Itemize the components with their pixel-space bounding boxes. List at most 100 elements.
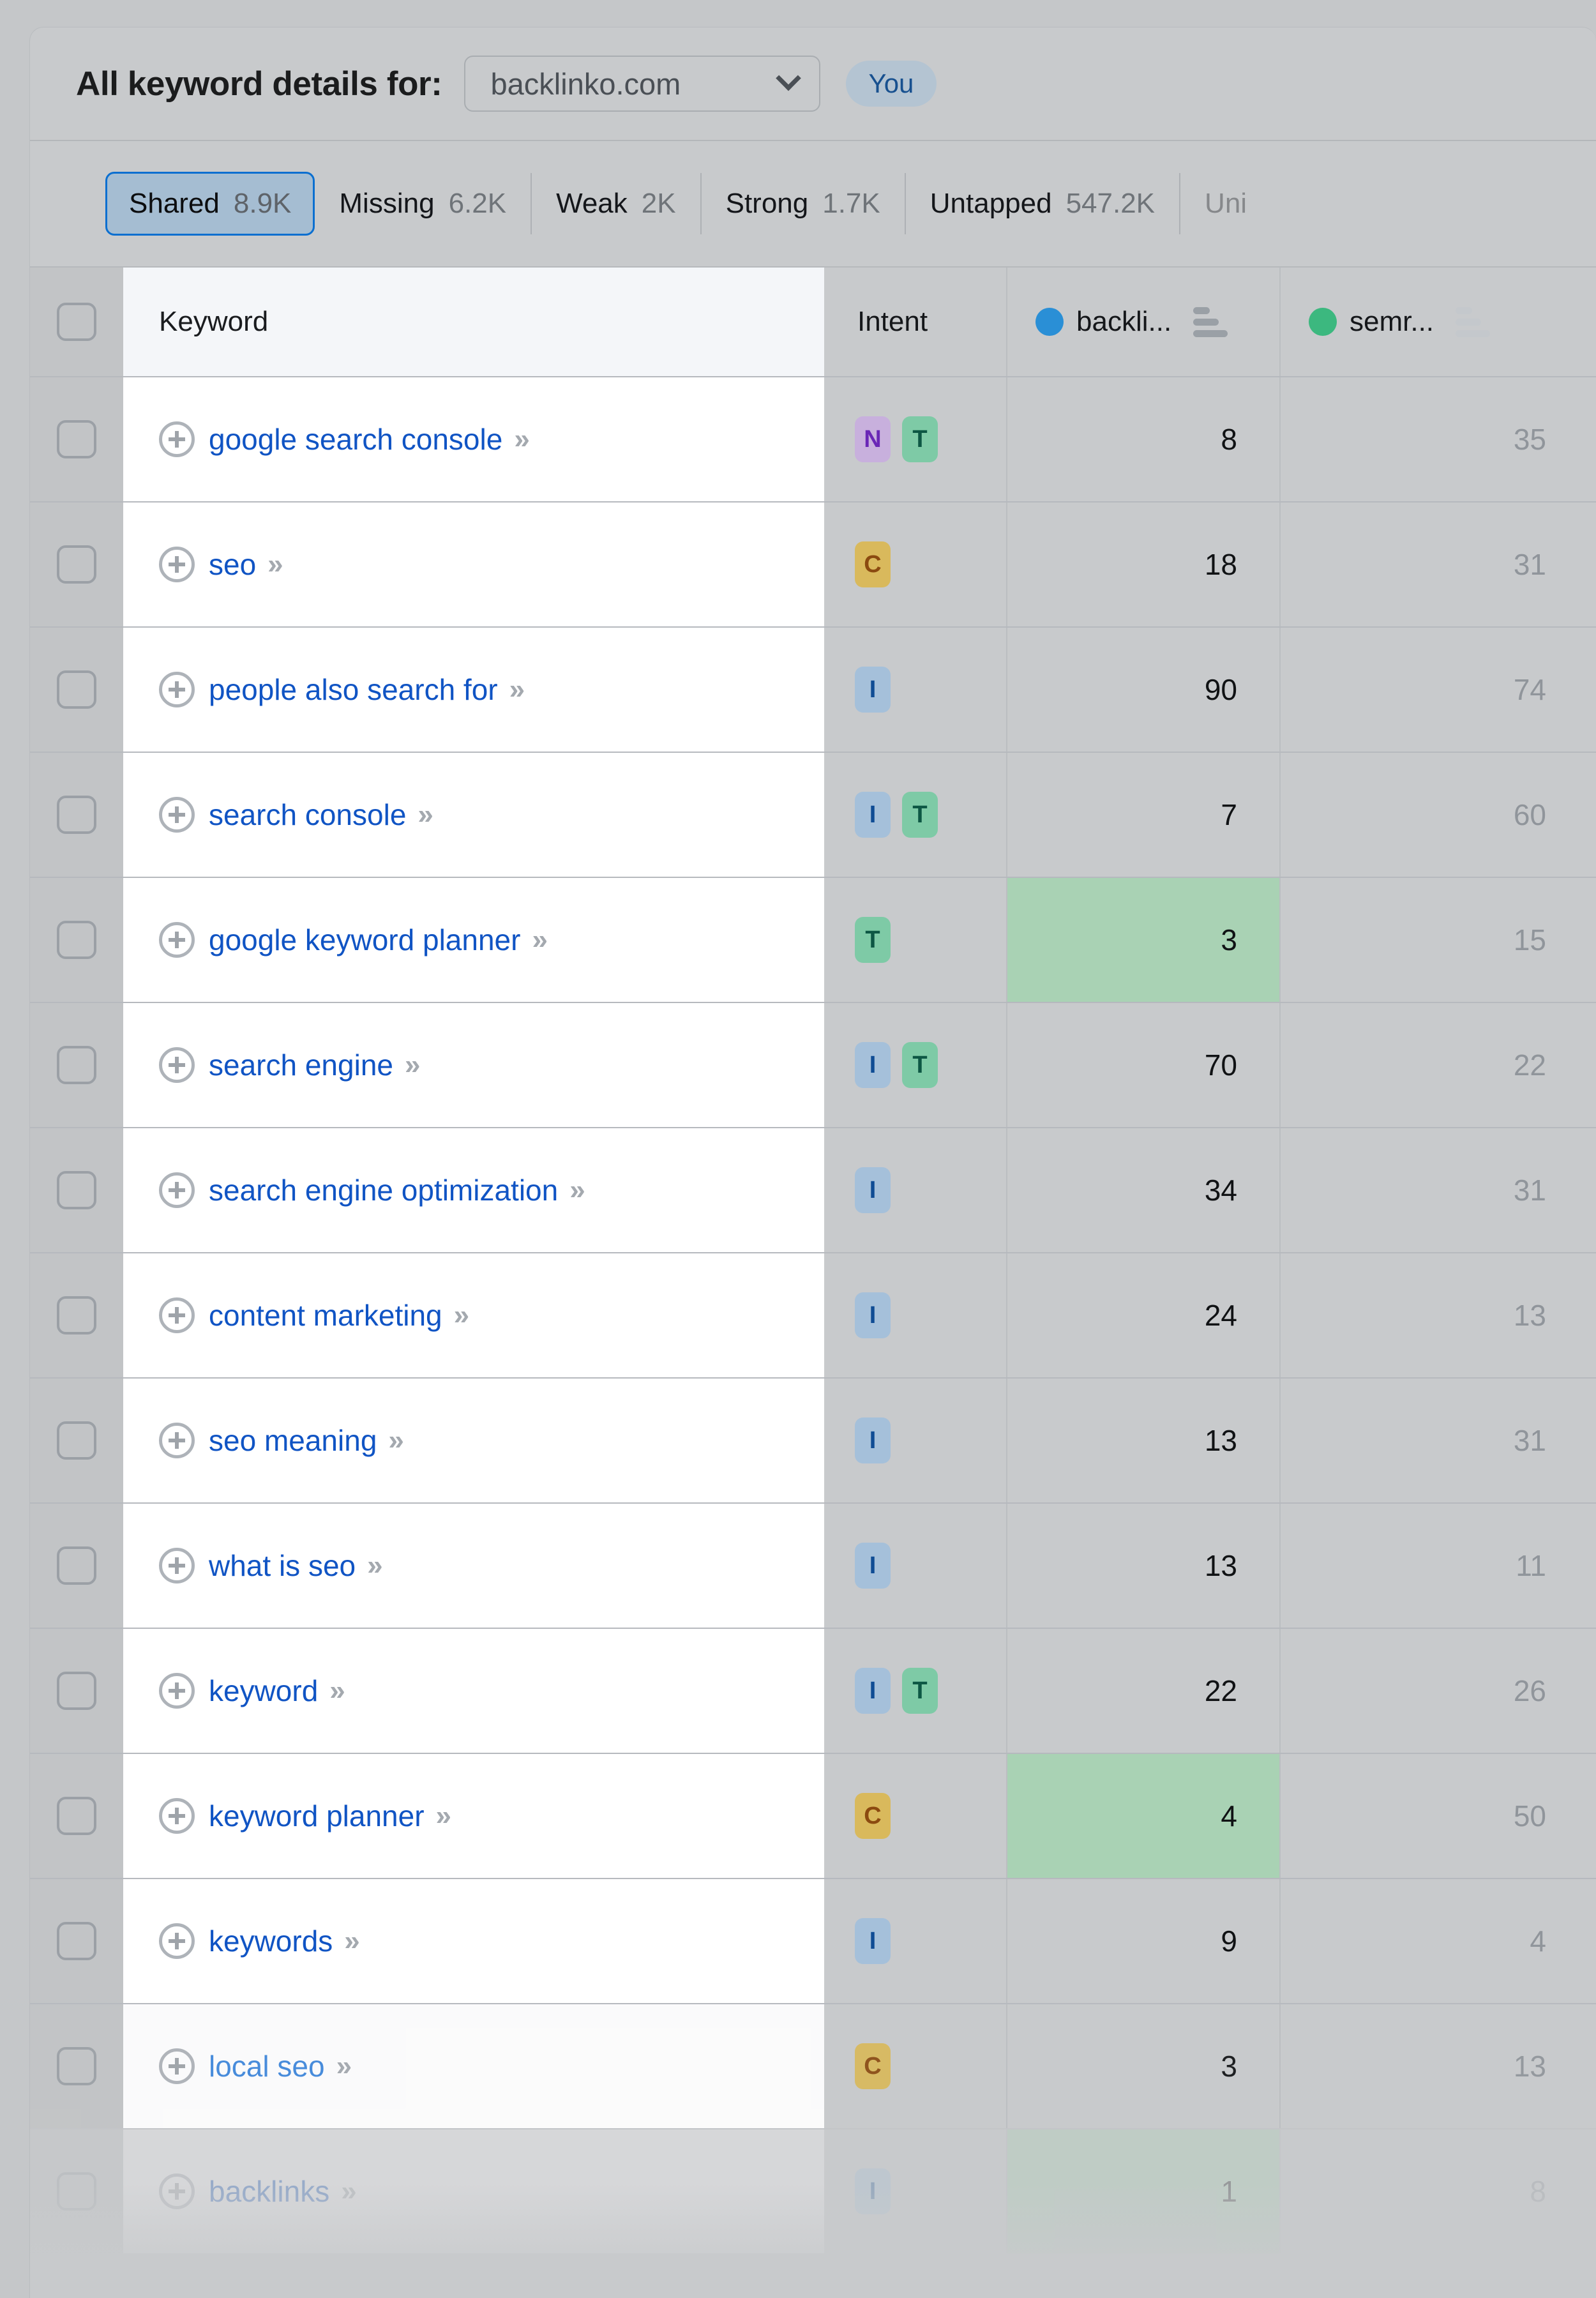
add-keyword-icon[interactable] bbox=[159, 922, 195, 958]
row-checkbox[interactable] bbox=[57, 1171, 96, 1209]
tab-missing[interactable]: Missing 6.2K bbox=[315, 173, 532, 234]
column-header-keyword[interactable]: Keyword bbox=[123, 268, 824, 376]
row-checkbox[interactable] bbox=[57, 1546, 96, 1585]
row-select-cell[interactable] bbox=[30, 1504, 123, 1628]
double-chevron-right-icon[interactable]: » bbox=[336, 2050, 352, 2082]
row-select-cell[interactable] bbox=[30, 1879, 123, 2003]
row-select-cell[interactable] bbox=[30, 1754, 123, 1878]
double-chevron-right-icon[interactable]: » bbox=[267, 548, 283, 580]
tab-shared[interactable]: Shared 8.9K bbox=[105, 172, 315, 236]
add-keyword-icon[interactable] bbox=[159, 1673, 195, 1709]
double-chevron-right-icon[interactable]: » bbox=[329, 1675, 345, 1707]
keyword-link[interactable]: seo meaning bbox=[209, 1423, 377, 1458]
table-row[interactable]: backlinks » I 1 8 bbox=[30, 2128, 1596, 2253]
keyword-link[interactable]: people also search for bbox=[209, 672, 498, 707]
double-chevron-right-icon[interactable]: » bbox=[418, 799, 433, 831]
row-select-cell[interactable] bbox=[30, 628, 123, 752]
add-keyword-icon[interactable] bbox=[159, 1297, 195, 1333]
row-checkbox[interactable] bbox=[57, 2047, 96, 2085]
keyword-link[interactable]: google search console bbox=[209, 422, 502, 457]
double-chevron-right-icon[interactable]: » bbox=[532, 924, 548, 956]
select-all-cell[interactable] bbox=[30, 268, 123, 376]
row-checkbox[interactable] bbox=[57, 1922, 96, 1960]
row-select-cell[interactable] bbox=[30, 503, 123, 626]
double-chevron-right-icon[interactable]: » bbox=[367, 1550, 383, 1582]
add-keyword-icon[interactable] bbox=[159, 672, 195, 707]
row-select-cell[interactable] bbox=[30, 377, 123, 501]
table-row[interactable]: google keyword planner » T 3 15 bbox=[30, 877, 1596, 1002]
select-all-checkbox[interactable] bbox=[57, 303, 96, 341]
row-checkbox[interactable] bbox=[57, 545, 96, 584]
table-row[interactable]: google search console » N T 8 35 bbox=[30, 376, 1596, 501]
column-header-intent[interactable]: Intent bbox=[824, 268, 1007, 376]
table-row[interactable]: search engine » I T 70 22 bbox=[30, 1002, 1596, 1127]
add-keyword-icon[interactable] bbox=[159, 547, 195, 582]
sort-icon[interactable] bbox=[1193, 306, 1228, 337]
tab-weak[interactable]: Weak 2K bbox=[532, 173, 702, 234]
row-checkbox[interactable] bbox=[57, 1421, 96, 1460]
row-checkbox[interactable] bbox=[57, 420, 96, 458]
keyword-link[interactable]: keyword planner bbox=[209, 1799, 425, 1833]
table-row[interactable]: keywords » I 9 4 bbox=[30, 1878, 1596, 2003]
row-select-cell[interactable] bbox=[30, 1379, 123, 1502]
table-row[interactable]: search console » I T 7 60 bbox=[30, 752, 1596, 877]
double-chevron-right-icon[interactable]: » bbox=[569, 1174, 585, 1206]
keyword-link[interactable]: backlinks bbox=[209, 2174, 329, 2209]
row-checkbox[interactable] bbox=[57, 1296, 96, 1334]
table-row[interactable]: what is seo » I 13 11 bbox=[30, 1502, 1596, 1628]
keyword-link[interactable]: search console bbox=[209, 797, 406, 832]
keyword-link[interactable]: what is seo bbox=[209, 1548, 356, 1583]
row-checkbox[interactable] bbox=[57, 1672, 96, 1710]
double-chevron-right-icon[interactable]: » bbox=[388, 1425, 404, 1456]
add-keyword-icon[interactable] bbox=[159, 1798, 195, 1834]
table-row[interactable]: keyword planner » C 4 50 bbox=[30, 1753, 1596, 1878]
row-select-cell[interactable] bbox=[30, 1003, 123, 1127]
table-row[interactable]: keyword » I T 22 26 bbox=[30, 1628, 1596, 1753]
keyword-link[interactable]: local seo bbox=[209, 2049, 325, 2083]
double-chevron-right-icon[interactable]: » bbox=[509, 674, 525, 706]
row-checkbox[interactable] bbox=[57, 670, 96, 709]
double-chevron-right-icon[interactable]: » bbox=[405, 1049, 421, 1081]
tab-uni[interactable]: Uni bbox=[1180, 173, 1271, 234]
domain-select[interactable]: backlinko.com bbox=[463, 56, 820, 112]
double-chevron-right-icon[interactable]: » bbox=[344, 1925, 360, 1957]
table-row[interactable]: seo » C 18 31 bbox=[30, 501, 1596, 626]
sort-icon[interactable] bbox=[1456, 306, 1491, 337]
double-chevron-right-icon[interactable]: » bbox=[514, 423, 530, 455]
row-select-cell[interactable] bbox=[30, 1629, 123, 1753]
double-chevron-right-icon[interactable]: » bbox=[454, 1299, 470, 1331]
keyword-link[interactable]: search engine bbox=[209, 1048, 393, 1082]
add-keyword-icon[interactable] bbox=[159, 1548, 195, 1584]
row-select-cell[interactable] bbox=[30, 2129, 123, 2253]
tab-strong[interactable]: Strong 1.7K bbox=[702, 173, 906, 234]
add-keyword-icon[interactable] bbox=[159, 1172, 195, 1208]
keyword-link[interactable]: google keyword planner bbox=[209, 923, 520, 957]
add-keyword-icon[interactable] bbox=[159, 1423, 195, 1458]
row-checkbox[interactable] bbox=[57, 1046, 96, 1084]
double-chevron-right-icon[interactable]: » bbox=[341, 2175, 357, 2207]
double-chevron-right-icon[interactable]: » bbox=[436, 1800, 452, 1832]
keyword-link[interactable]: content marketing bbox=[209, 1298, 442, 1333]
table-row[interactable]: people also search for » I 90 74 bbox=[30, 626, 1596, 752]
add-keyword-icon[interactable] bbox=[159, 1047, 195, 1083]
row-select-cell[interactable] bbox=[30, 878, 123, 1002]
row-select-cell[interactable] bbox=[30, 753, 123, 877]
keyword-link[interactable]: keyword bbox=[209, 1674, 318, 1708]
add-keyword-icon[interactable] bbox=[159, 2173, 195, 2209]
row-checkbox[interactable] bbox=[57, 1797, 96, 1835]
row-select-cell[interactable] bbox=[30, 1253, 123, 1377]
row-checkbox[interactable] bbox=[57, 796, 96, 834]
add-keyword-icon[interactable] bbox=[159, 1923, 195, 1959]
table-row[interactable]: local seo » C 3 13 bbox=[30, 2003, 1596, 2128]
table-row[interactable]: seo meaning » I 13 31 bbox=[30, 1377, 1596, 1502]
tab-untapped[interactable]: Untapped 547.2K bbox=[906, 173, 1181, 234]
row-checkbox[interactable] bbox=[57, 2172, 96, 2211]
keyword-link[interactable]: search engine optimization bbox=[209, 1173, 558, 1207]
row-select-cell[interactable] bbox=[30, 1128, 123, 1252]
column-header-site2[interactable]: semr... bbox=[1281, 268, 1596, 376]
row-checkbox[interactable] bbox=[57, 921, 96, 959]
table-row[interactable]: content marketing » I 24 13 bbox=[30, 1252, 1596, 1377]
row-select-cell[interactable] bbox=[30, 2004, 123, 2128]
add-keyword-icon[interactable] bbox=[159, 2048, 195, 2084]
column-header-site1[interactable]: backli... bbox=[1007, 268, 1281, 376]
